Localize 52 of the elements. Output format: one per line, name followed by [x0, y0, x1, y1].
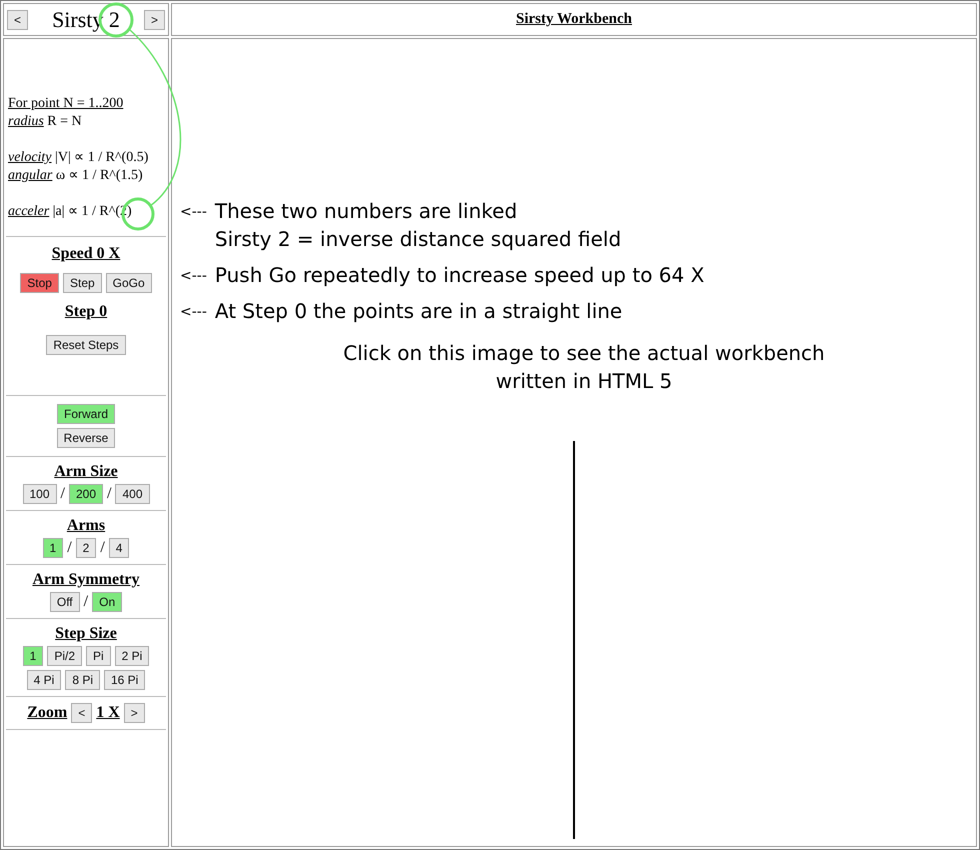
option-button[interactable]: Off [50, 592, 80, 612]
transport-button[interactable]: Stop [20, 273, 59, 293]
zoom-value: 1 X [96, 704, 120, 722]
speed-label: Speed 0 X [52, 245, 120, 263]
option-button[interactable]: Pi [86, 646, 111, 666]
separator: / [100, 539, 105, 557]
option-button[interactable]: 4 Pi [26, 670, 62, 690]
formula-line: For point N = 1..200 [8, 95, 124, 113]
annotation-text: At Step 0 the points are in a straight line [214, 299, 622, 323]
previous-button[interactable]: < [7, 10, 28, 30]
section-title: Arm Symmetry [32, 571, 140, 589]
section-title: Step Size [55, 625, 117, 643]
zoom-out-button[interactable]: < [71, 703, 92, 723]
option-button[interactable]: Pi/2 [47, 646, 82, 666]
annotation-text: Push Go repeatedly to increase speed up to 64 X [214, 263, 704, 287]
option-button[interactable]: 400 [115, 484, 150, 504]
option-button[interactable]: 1 [42, 538, 64, 558]
formula-line: angular ω ∝ 1 / R^(1.5) [8, 167, 144, 185]
caption-text: Click on this image to see the actual workbench [343, 341, 825, 365]
separator: / [67, 539, 72, 557]
option-button[interactable]: 100 [22, 484, 57, 504]
step-counter: Step 0 [64, 303, 108, 321]
option-button[interactable]: 1 [22, 646, 44, 666]
option-button[interactable]: 200 [68, 484, 104, 504]
option-button[interactable]: 2 [76, 538, 96, 558]
option-button[interactable]: 4 [108, 538, 130, 558]
formula-line: radius R = N [8, 113, 83, 131]
separator: / [60, 485, 65, 503]
formula-line: velocity |V| ∝ 1 / R^(0.5) [8, 149, 150, 167]
transport-button[interactable]: GoGo [106, 273, 152, 293]
section-title: Arms [66, 517, 106, 535]
direction-button[interactable]: Forward [56, 404, 115, 424]
annotation-text: These two numbers are linked [214, 199, 518, 223]
workbench-title: Sirsty Workbench [516, 11, 632, 28]
annotation-text: Sirsty 2 = inverse distance squared field [214, 227, 622, 251]
next-button[interactable]: > [144, 10, 165, 30]
arrow-text: <--- [180, 267, 207, 286]
option-button[interactable]: 2 Pi [114, 646, 150, 666]
arrow-text: <--- [180, 303, 207, 322]
option-button[interactable]: On [92, 592, 122, 612]
zoom-label: Zoom [27, 704, 68, 722]
reset-steps-button[interactable]: Reset Steps [46, 335, 126, 355]
direction-button[interactable]: Reverse [56, 428, 116, 448]
option-button[interactable]: 16 Pi [104, 670, 146, 690]
caption-text: written in HTML 5 [496, 369, 672, 393]
arrow-text: <--- [180, 203, 207, 222]
section-title: Arm Size [54, 463, 118, 481]
separator: / [107, 485, 112, 503]
option-button[interactable]: 8 Pi [65, 670, 100, 690]
zoom-in-button[interactable]: > [124, 703, 145, 723]
transport-button[interactable]: Step [62, 273, 102, 293]
separator: / [84, 593, 88, 611]
